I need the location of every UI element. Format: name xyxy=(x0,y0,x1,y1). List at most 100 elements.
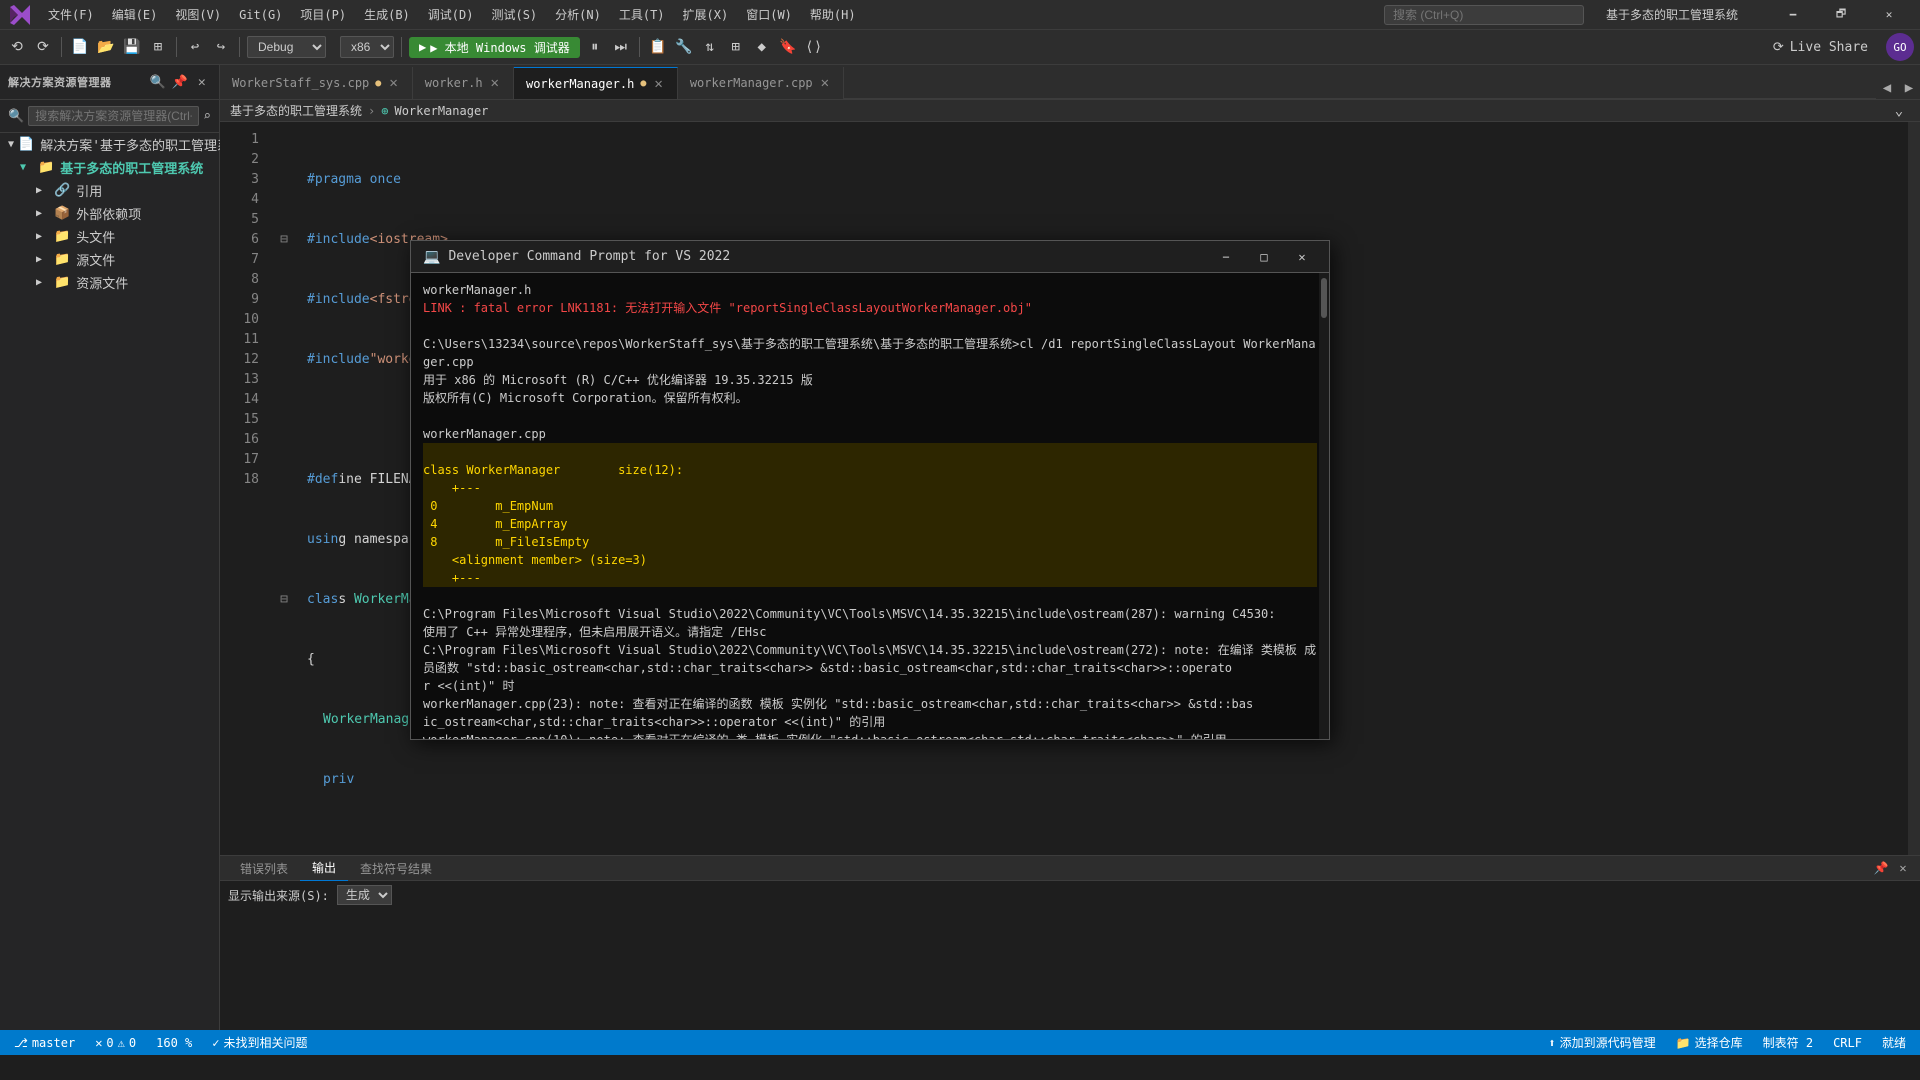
fold-6[interactable] xyxy=(277,470,291,490)
status-select-repo[interactable]: 📁 选择仓库 xyxy=(1672,1034,1747,1051)
tab-close-workerstaff[interactable]: ✕ xyxy=(387,75,399,91)
menu-view[interactable]: 视图(V) xyxy=(167,4,229,25)
toolbar-undo[interactable]: ↩ xyxy=(184,36,206,58)
cmd-minimize-btn[interactable]: − xyxy=(1211,246,1241,268)
tab-label: workerManager.cpp xyxy=(690,76,813,90)
fold-8[interactable]: ⊟ xyxy=(277,590,291,610)
sidebar-close-icon[interactable]: ✕ xyxy=(193,73,211,91)
toolbar-extra1[interactable]: 📋 xyxy=(647,36,669,58)
menu-file[interactable]: 文件(F) xyxy=(40,4,102,25)
breadcrumb-expand[interactable]: ⌄ xyxy=(1888,100,1910,122)
debug-config-select[interactable]: Debug Release xyxy=(247,36,326,58)
cmd-close-btn[interactable]: ✕ xyxy=(1287,246,1317,268)
bottom-tab-find[interactable]: 查找符号结果 xyxy=(348,856,444,881)
menu-window[interactable]: 窗口(W) xyxy=(738,4,800,25)
add-source-label: 添加到源代码管理 xyxy=(1560,1034,1656,1051)
minimize-button[interactable]: 🗕 xyxy=(1770,0,1816,30)
tab-bar: WorkerStaff_sys.cpp ● ✕ worker.h ✕ worke… xyxy=(220,65,1920,100)
cmd-content[interactable]: workerManager.hLINK : fatal error LNK118… xyxy=(411,273,1329,739)
fold-5[interactable] xyxy=(277,410,291,430)
tab-close-workermanager-cpp[interactable]: ✕ xyxy=(819,75,831,91)
panel-close-icon[interactable]: ✕ xyxy=(1894,859,1912,877)
platform-select[interactable]: x86 x64 xyxy=(340,36,394,58)
fold-9[interactable] xyxy=(277,650,291,670)
fold-1[interactable] xyxy=(277,170,291,190)
toolbar-open[interactable]: 📂 xyxy=(95,36,117,58)
toolbar-extra5[interactable]: ◆ xyxy=(751,36,773,58)
tree-project[interactable]: ▼ 📁 基于多态的职工管理系统 xyxy=(0,156,219,179)
output-source-select[interactable]: 生成 xyxy=(337,885,392,905)
toolbar-extra6[interactable]: 🔖 xyxy=(777,36,799,58)
tab-workermanager-cpp[interactable]: workerManager.cpp ✕ xyxy=(678,67,844,99)
menu-git[interactable]: Git(G) xyxy=(231,6,290,24)
menu-analyze[interactable]: 分析(N) xyxy=(547,4,609,25)
tab-close-worker[interactable]: ✕ xyxy=(489,75,501,91)
status-add-source[interactable]: ⬆ 添加到源代码管理 xyxy=(1544,1034,1659,1051)
status-errors[interactable]: ✕ 0 ⚠ 0 xyxy=(91,1036,140,1050)
menu-build[interactable]: 生成(B) xyxy=(356,4,418,25)
tab-scroll-left[interactable]: ◀ xyxy=(1876,77,1898,99)
status-git[interactable]: ⎇ master xyxy=(10,1036,79,1050)
tree-headers[interactable]: ▶ 📁 头文件 xyxy=(0,225,219,248)
live-share-button[interactable]: ⟳ Live Share xyxy=(1763,38,1878,57)
window-title: 基于多态的职工管理系统 xyxy=(1606,6,1738,23)
tree-external-deps[interactable]: ▶ 📦 外部依赖项 xyxy=(0,202,219,225)
toolbar-redo[interactable]: ↪ xyxy=(210,36,232,58)
editor-scrollbar[interactable] xyxy=(1908,122,1920,855)
git-icon: ⎇ xyxy=(14,1036,28,1050)
tab-close-workermanager-h[interactable]: ✕ xyxy=(652,76,664,92)
status-line-col[interactable]: 制表符 2 xyxy=(1759,1034,1817,1051)
sidebar-search-submit[interactable]: ⌕ xyxy=(203,109,211,124)
fold-7[interactable] xyxy=(277,530,291,550)
fold-3[interactable] xyxy=(277,290,291,310)
maximize-button[interactable]: 🗗 xyxy=(1818,0,1864,30)
toolbar-account[interactable]: GO xyxy=(1886,33,1914,61)
status-zoom[interactable]: 160 % xyxy=(152,1036,196,1050)
tab-worker[interactable]: worker.h ✕ xyxy=(413,67,514,99)
sidebar-search-icon[interactable]: 🔍 xyxy=(149,73,167,91)
breadcrumb-symbol[interactable]: WorkerManager xyxy=(394,104,488,118)
toolbar-save-all[interactable]: ⊞ xyxy=(147,36,169,58)
tree-resources[interactable]: ▶ 📁 资源文件 xyxy=(0,271,219,294)
toolbar-step[interactable]: ⏭ xyxy=(610,36,632,58)
tab-scroll-right[interactable]: ▶ xyxy=(1898,77,1920,99)
close-button[interactable]: ✕ xyxy=(1866,0,1912,30)
toolbar-save[interactable]: 💾 xyxy=(121,36,143,58)
menu-debug[interactable]: 调试(D) xyxy=(420,4,482,25)
toolbar-extra7[interactable]: ⟨⟩ xyxy=(803,36,825,58)
run-button[interactable]: ▶ ▶ 本地 Windows 调试器 xyxy=(409,37,580,58)
menu-edit[interactable]: 编辑(E) xyxy=(104,4,166,25)
sidebar-pin-icon[interactable]: 📌 xyxy=(171,73,189,91)
tree-references[interactable]: ▶ 🔗 引用 xyxy=(0,179,219,202)
bottom-tab-errors[interactable]: 错误列表 xyxy=(228,856,300,881)
breadcrumb-project[interactable]: 基于多态的职工管理系统 xyxy=(230,102,362,119)
toolbar-attach[interactable]: ⏸ xyxy=(584,36,606,58)
cmd-maximize-btn[interactable]: □ xyxy=(1249,246,1279,268)
menu-tools[interactable]: 工具(T) xyxy=(611,4,673,25)
toolbar-forward[interactable]: ⟳ xyxy=(32,36,54,58)
status-messages[interactable]: ✓ 未找到相关问题 xyxy=(208,1034,311,1051)
sidebar-search-input[interactable] xyxy=(28,106,199,126)
menu-project[interactable]: 项目(P) xyxy=(292,4,354,25)
toolbar-extra4[interactable]: ⊞ xyxy=(725,36,747,58)
fold-10[interactable] xyxy=(277,710,291,730)
tab-workermanager-h[interactable]: workerManager.h ● ✕ xyxy=(514,67,678,99)
toolbar-new[interactable]: 📄 xyxy=(69,36,91,58)
toolbar-extra2[interactable]: 🔧 xyxy=(673,36,695,58)
toolbar-back[interactable]: ⟲ xyxy=(6,36,28,58)
fold-4[interactable] xyxy=(277,350,291,370)
tree-sources[interactable]: ▶ 📁 源文件 xyxy=(0,248,219,271)
status-encoding[interactable]: CRLF xyxy=(1829,1036,1866,1050)
tree-solution[interactable]: ▼ 📄 解决方案'基于多态的职工管理系统' xyxy=(0,133,219,156)
cmd-scrollbar[interactable] xyxy=(1319,273,1329,739)
toolbar-extra3[interactable]: ⇅ xyxy=(699,36,721,58)
bottom-tab-output[interactable]: 输出 xyxy=(300,856,348,881)
tab-workerstaff[interactable]: WorkerStaff_sys.cpp ● ✕ xyxy=(220,67,413,99)
menu-test[interactable]: 测试(S) xyxy=(483,4,545,25)
menu-help[interactable]: 帮助(H) xyxy=(802,4,864,25)
fold-2[interactable]: ⊟ xyxy=(277,230,291,250)
panel-pin-icon[interactable]: 📌 xyxy=(1872,859,1890,877)
menu-search-input[interactable] xyxy=(1384,5,1584,25)
menu-extensions[interactable]: 扩展(X) xyxy=(675,4,737,25)
fold-11[interactable] xyxy=(277,770,291,790)
